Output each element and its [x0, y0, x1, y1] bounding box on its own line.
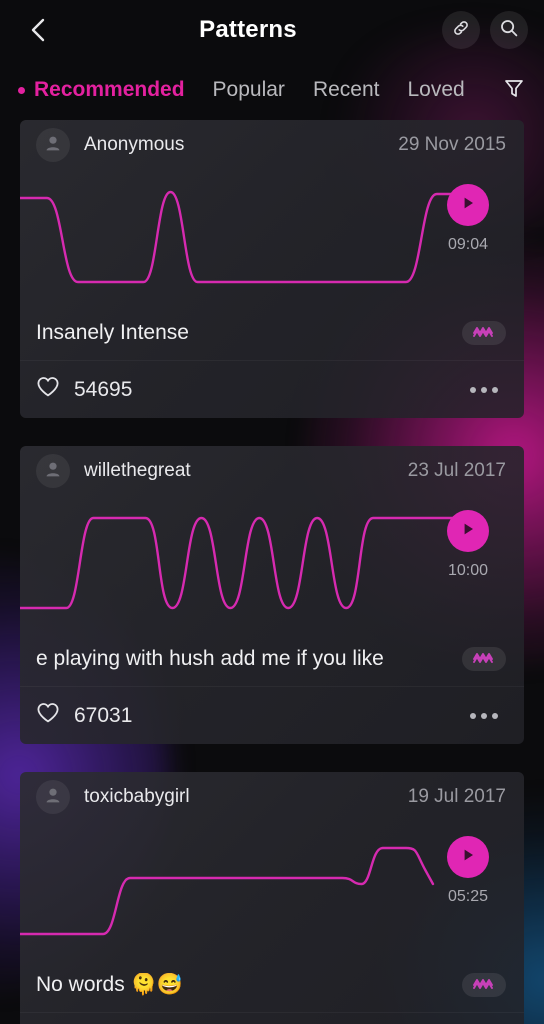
card-footer: 59692	[20, 1012, 524, 1024]
link-icon	[451, 18, 471, 43]
like-button[interactable]: 67031	[36, 702, 132, 729]
pattern-feed: Anonymous 29 Nov 2015 09:04 Insanely Int…	[0, 120, 544, 1024]
play-icon	[459, 520, 477, 543]
vibration-badge	[462, 321, 506, 345]
card-author: toxicbabygirl	[84, 786, 190, 807]
search-icon	[499, 18, 519, 43]
card-title-row: No words 🫠😅	[20, 958, 524, 1012]
waveform-area: 10:00	[20, 496, 524, 632]
pattern-card[interactable]: Anonymous 29 Nov 2015 09:04 Insanely Int…	[20, 120, 524, 418]
play-icon	[459, 194, 477, 217]
card-date: 29 Nov 2015	[398, 134, 506, 155]
top-bar: Patterns	[0, 0, 544, 60]
tab-loved[interactable]: Loved	[407, 78, 464, 102]
more-options-icon	[481, 712, 487, 719]
vibration-wave-icon	[472, 324, 496, 343]
tab-list: Recommended Popular Recent Loved	[0, 78, 465, 102]
waveform-graph	[20, 822, 460, 958]
pattern-card[interactable]: toxicbabygirl 19 Jul 2017 05:25 No words…	[20, 772, 524, 1024]
card-header: toxicbabygirl 19 Jul 2017	[20, 772, 524, 822]
card-header: Anonymous 29 Nov 2015	[20, 120, 524, 170]
page-title: Patterns	[199, 16, 297, 43]
heart-icon	[36, 376, 60, 403]
play-button[interactable]	[447, 510, 489, 552]
vibration-badge	[462, 973, 506, 997]
card-title: No words 🫠😅	[36, 973, 183, 996]
vibration-wave-icon	[472, 976, 496, 995]
person-icon	[43, 459, 63, 484]
avatar	[36, 780, 70, 814]
heart-icon	[36, 702, 60, 729]
tab-recommended[interactable]: Recommended	[18, 78, 185, 102]
playback-controls: 10:00	[430, 510, 506, 580]
card-title-row: e playing with hush add me if you like	[20, 632, 524, 686]
pattern-card[interactable]: willethegreat 23 Jul 2017 10:00 e playin…	[20, 446, 524, 744]
play-icon	[459, 846, 477, 869]
card-footer: 67031	[20, 686, 524, 744]
tab-popular[interactable]: Popular	[213, 78, 285, 102]
person-icon	[43, 133, 63, 158]
card-author: willethegreat	[84, 460, 191, 481]
more-options-icon	[470, 712, 476, 719]
more-options-icon	[470, 386, 476, 393]
filter-button[interactable]	[494, 70, 534, 110]
waveform-graph	[20, 170, 460, 306]
waveform-area: 09:04	[20, 170, 524, 306]
tab-label: Recommended	[34, 78, 185, 101]
more-options-icon	[492, 386, 498, 393]
chevron-left-icon	[28, 17, 48, 43]
active-tab-dot-icon	[18, 86, 25, 94]
waveform-area: 05:25	[20, 822, 524, 958]
duration-label: 09:04	[447, 236, 489, 253]
more-options-icon	[492, 712, 498, 719]
card-title: e playing with hush add me if you like	[36, 647, 384, 670]
playback-controls: 05:25	[430, 836, 506, 906]
tab-label: Loved	[407, 78, 465, 101]
search-button[interactable]	[490, 11, 528, 49]
card-footer: 54695	[20, 360, 524, 418]
waveform-graph	[20, 496, 460, 632]
avatar	[36, 454, 70, 488]
more-options-icon	[481, 386, 487, 393]
duration-label: 10:00	[447, 562, 489, 579]
vibration-badge	[462, 647, 506, 671]
like-count: 54695	[74, 377, 133, 401]
card-date: 19 Jul 2017	[407, 786, 506, 807]
play-button[interactable]	[447, 184, 489, 226]
tab-bar: Recommended Popular Recent Loved	[0, 60, 544, 120]
card-date: 23 Jul 2017	[407, 460, 506, 481]
more-options-button[interactable]	[468, 705, 500, 727]
like-count: 67031	[74, 703, 133, 727]
like-button[interactable]: 54695	[36, 376, 132, 403]
share-link-button[interactable]	[442, 11, 480, 49]
vibration-wave-icon	[472, 650, 496, 669]
card-header: willethegreat 23 Jul 2017	[20, 446, 524, 496]
card-title-row: Insanely Intense	[20, 306, 524, 360]
person-icon	[43, 785, 63, 810]
tab-label: Popular	[212, 78, 285, 101]
playback-controls: 09:04	[430, 184, 506, 254]
card-author: Anonymous	[84, 134, 185, 155]
top-bar-actions	[442, 11, 528, 49]
filter-icon	[503, 77, 525, 104]
more-options-button[interactable]	[468, 379, 500, 401]
avatar	[36, 128, 70, 162]
tab-label: Recent	[312, 78, 380, 101]
card-title: Insanely Intense	[36, 321, 189, 344]
duration-label: 05:25	[447, 888, 489, 905]
play-button[interactable]	[447, 836, 489, 878]
tab-recent[interactable]: Recent	[313, 78, 380, 102]
app-root: Patterns Recommended Popular Recent Love…	[0, 0, 544, 1024]
